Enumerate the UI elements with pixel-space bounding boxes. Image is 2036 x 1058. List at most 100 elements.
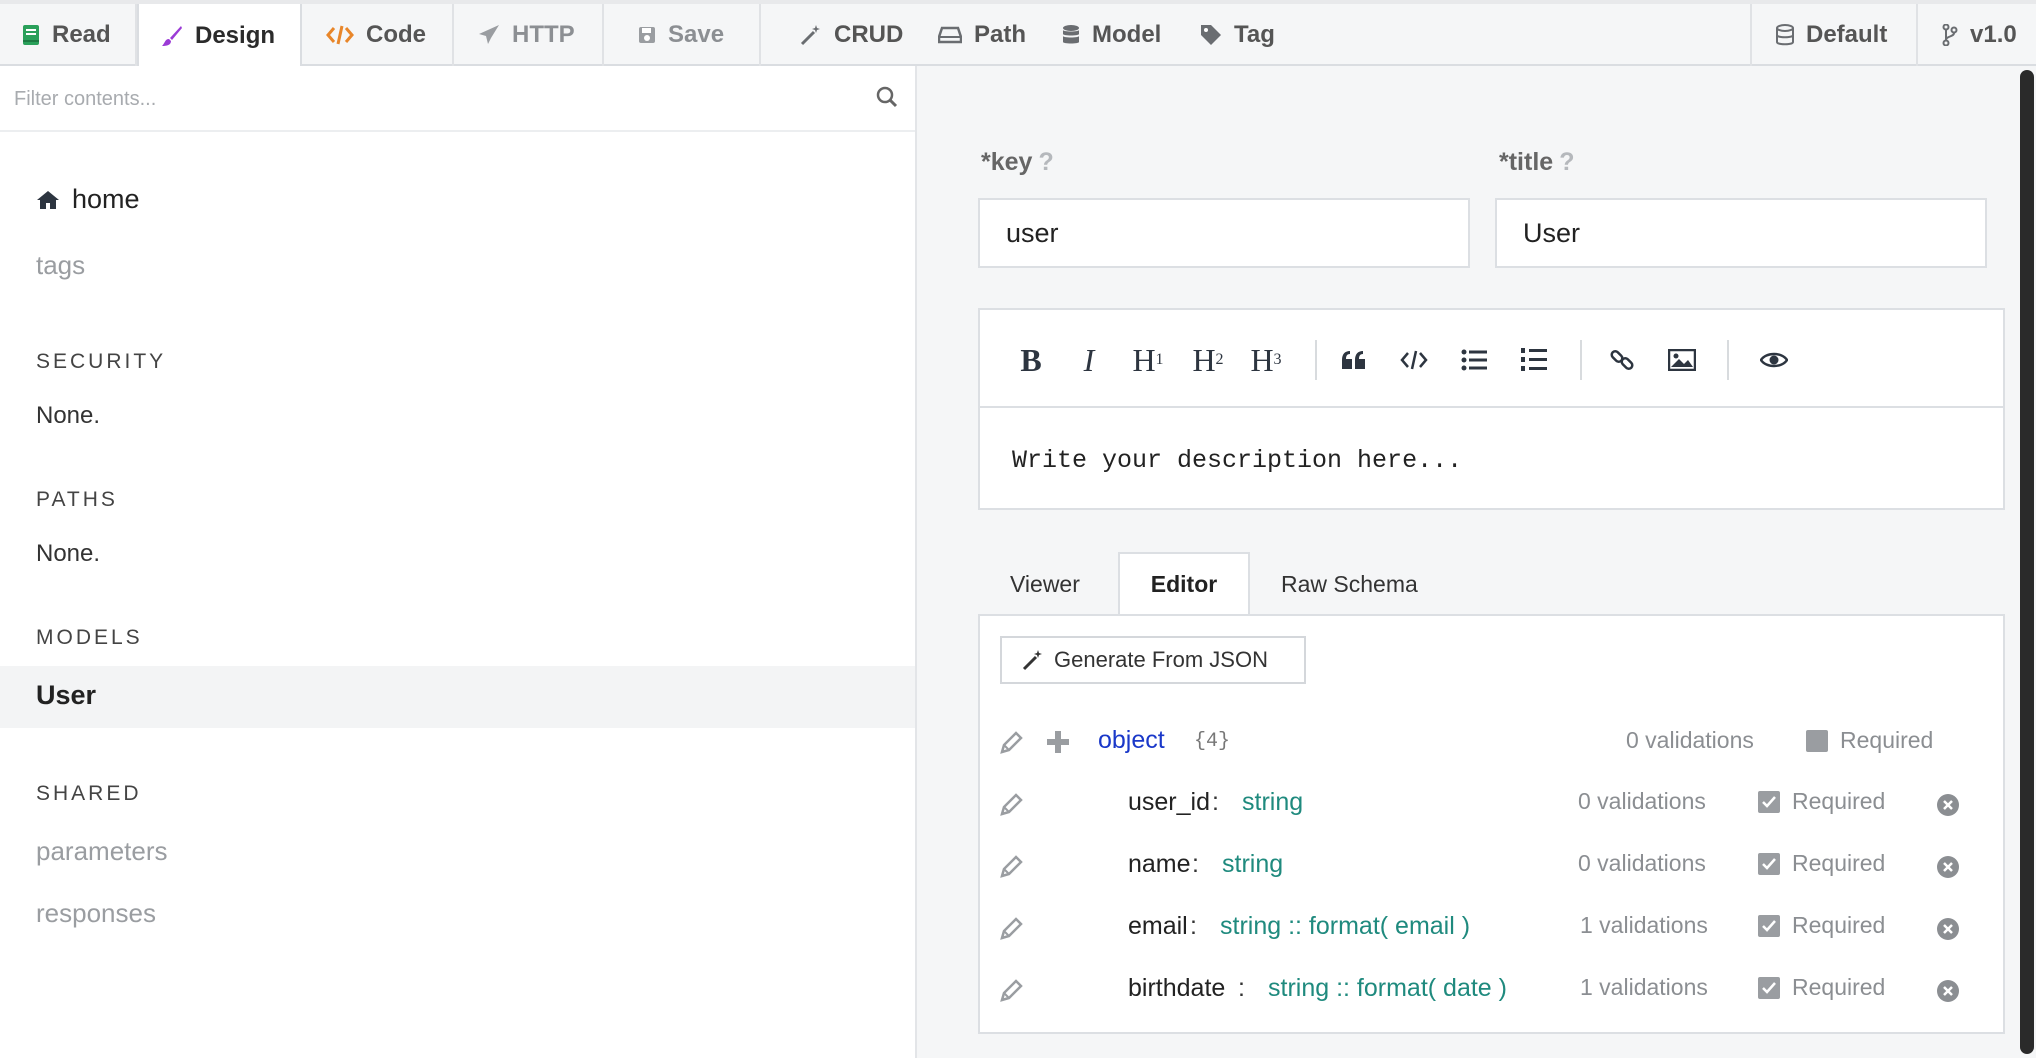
generate-from-json-button[interactable]: Generate From JSON [1000,636,1306,684]
pencil-icon[interactable] [998,730,1024,756]
pencil-icon[interactable] [998,854,1024,880]
search-icon[interactable] [876,86,898,108]
tab-save[interactable]: Save [604,4,761,66]
tab-crud[interactable]: CRUD [782,4,912,66]
property-name[interactable]: user_id [1128,788,1210,817]
title-label: *title? [1499,148,1574,177]
tab-code[interactable]: Code [302,4,454,66]
remove-icon[interactable] [1936,793,1960,817]
property-name[interactable]: name [1128,850,1191,879]
version-button[interactable]: v1.0 [1918,4,2036,66]
schema-tabs: Viewer Editor Raw Schema [978,552,2005,616]
property-type[interactable]: string :: format( email ) [1220,912,1470,941]
numbered-list-icon [1521,348,1547,371]
plus-icon[interactable] [1046,730,1070,754]
tab-design[interactable]: Design [137,4,302,68]
property-validations[interactable]: 0 validations [1578,788,1706,815]
sidebar-item-home[interactable]: home [36,184,140,215]
preview-button[interactable] [1754,340,1794,380]
numbered-list-button[interactable] [1514,340,1554,380]
property-required-checkbox[interactable]: Required [1758,788,1885,815]
link-button[interactable] [1602,340,1642,380]
branch-icon [1942,24,1958,46]
title-input[interactable] [1495,198,1987,268]
root-required-label: Required [1840,727,1934,753]
key-label-text: *key [981,148,1033,176]
root-validations[interactable]: 0 validations [1626,727,1754,754]
toolbar-divider [1580,340,1582,380]
tab-model[interactable]: Model [1044,4,1182,66]
schema-editor: Generate From JSON object {4} 0 validati… [978,614,2005,1034]
remove-icon[interactable] [1936,855,1960,879]
remove-icon[interactable] [1936,917,1960,941]
property-required-label: Required [1792,974,1886,1000]
sidebar-item-tags[interactable]: tags [36,250,85,281]
tab-http[interactable]: HTTP [454,4,604,66]
heading-2-letter: H [1192,341,1216,378]
property-type[interactable]: string [1242,788,1303,817]
tab-http-label: HTTP [512,21,575,48]
database-icon [1063,25,1079,44]
tag-icon [1201,25,1221,45]
sidebar-item-user-model[interactable]: User [0,666,915,728]
property-required-checkbox[interactable]: Required [1758,912,1885,939]
property-colon: : [1238,974,1245,1002]
sidebar-item-responses[interactable]: responses [36,898,156,929]
pencil-icon[interactable] [998,916,1024,942]
checkbox-icon [1806,729,1828,752]
scrollbar-thumb[interactable] [2020,70,2034,1054]
description-textarea[interactable]: Write your description here... [1012,446,1462,475]
tab-read[interactable]: Read [0,4,137,66]
image-icon [1668,349,1696,371]
paths-heading: PATHS [36,488,118,511]
checkbox-checked-icon [1758,976,1780,999]
property-name[interactable]: birthdate [1128,974,1225,1003]
property-validations[interactable]: 1 validations [1580,974,1708,1001]
tab-raw-schema[interactable]: Raw Schema [1281,552,1418,616]
pencil-icon[interactable] [998,792,1024,818]
heading-3-button[interactable]: H3 [1246,340,1286,380]
main-scrollbar[interactable] [2017,66,2036,1058]
remove-icon[interactable] [1936,979,1960,1003]
quote-button[interactable] [1334,340,1374,380]
code-button[interactable] [1394,340,1434,380]
magic-wand-icon [800,25,820,46]
heading-1-button[interactable]: H1 [1128,340,1168,380]
property-required-checkbox[interactable]: Required [1758,974,1885,1001]
key-input[interactable] [978,198,1470,268]
env-default-button[interactable]: Default [1750,4,1918,66]
sidebar-item-parameters[interactable]: parameters [36,836,168,867]
tab-path[interactable]: Path [918,4,1038,66]
shared-heading: SHARED [36,782,142,805]
bold-button[interactable]: B [1014,340,1048,380]
book-icon [23,25,39,45]
title-help-icon[interactable]: ? [1559,148,1574,176]
property-required-checkbox[interactable]: Required [1758,850,1885,877]
database-icon [1776,24,1794,46]
property-type[interactable]: string [1222,850,1283,879]
env-default-label: Default [1806,21,1888,48]
root-type[interactable]: object [1098,726,1165,755]
filter-input[interactable] [14,80,854,118]
description-editor: B I H1 H2 H3 Write your description here… [978,308,2005,510]
tab-save-label: Save [668,21,725,48]
image-button[interactable] [1662,340,1702,380]
heading-2-button[interactable]: H2 [1188,340,1228,380]
property-type[interactable]: string :: format( date ) [1268,974,1507,1003]
eye-icon [1760,352,1788,368]
property-name[interactable]: email [1128,912,1188,941]
tab-viewer[interactable]: Viewer [1010,552,1080,616]
home-icon [37,190,59,209]
root-required-checkbox[interactable]: Required [1806,727,1933,754]
property-validations[interactable]: 0 validations [1578,850,1706,877]
markdown-toolbar: B I H1 H2 H3 [980,310,2003,408]
property-validations[interactable]: 1 validations [1580,912,1708,939]
key-help-icon[interactable]: ? [1038,148,1053,176]
italic-button[interactable]: I [1074,340,1104,380]
top-toolbar: Read Design Code HTTP Save CRUD Path Mod… [0,0,2036,68]
tab-tag[interactable]: Tag [1182,4,1302,66]
tab-tag-label: Tag [1234,21,1275,48]
pencil-icon[interactable] [998,978,1024,1004]
tab-editor[interactable]: Editor [1118,552,1250,616]
bullet-list-button[interactable] [1454,340,1494,380]
